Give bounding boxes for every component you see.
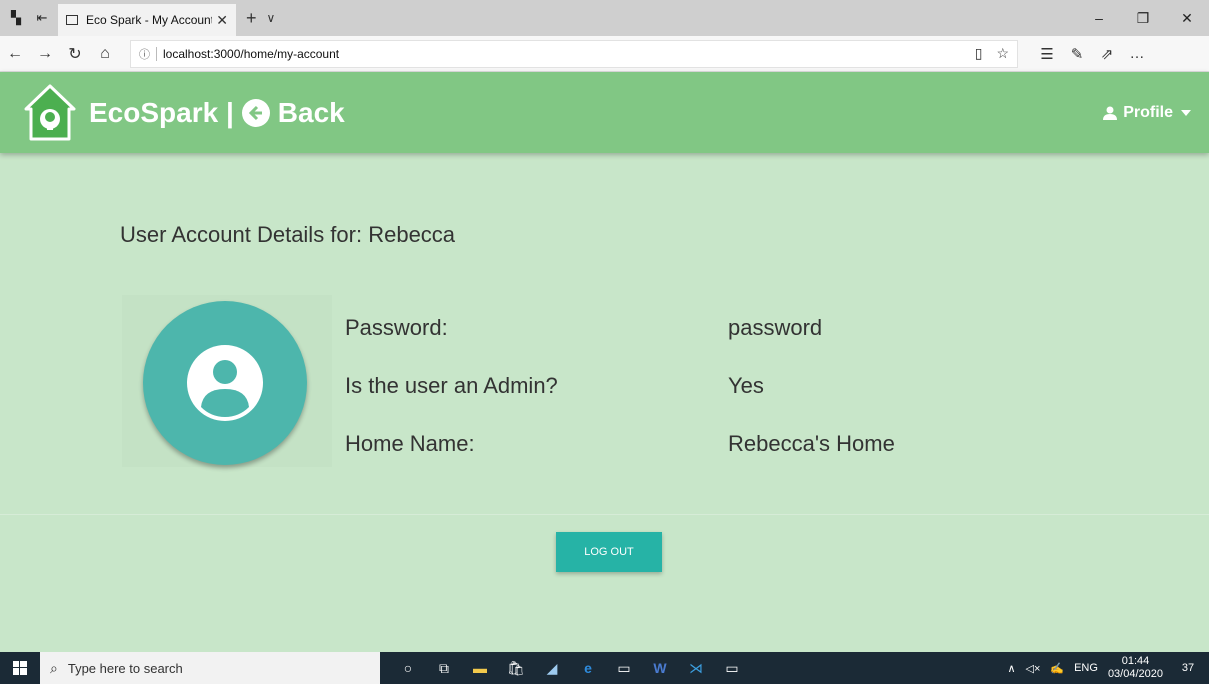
favorite-star-icon[interactable]: ☆ (996, 45, 1009, 62)
favorites-icon[interactable]: ☰ (1032, 45, 1062, 63)
minimize-icon[interactable]: – (1077, 0, 1121, 36)
search-icon: ⌕ (50, 659, 58, 676)
profile-dropdown[interactable]: Profile (1103, 104, 1191, 122)
tab-close-icon[interactable]: ✕ (216, 12, 228, 29)
window-controls: – ❐ ✕ (1077, 0, 1209, 36)
back-label: Back (277, 96, 345, 128)
terminal-icon[interactable]: ▭ (606, 652, 642, 684)
tab-favicon-icon (66, 15, 78, 25)
browser-toolbar-right: ☰ ✎ ⇗ … (1032, 45, 1152, 63)
back-button[interactable]: Back (241, 96, 345, 129)
page-title: User Account Details for: Rebecca (120, 222, 456, 247)
pen-notes-icon[interactable]: ✎ (1062, 45, 1092, 63)
password-value: password (728, 315, 823, 340)
url-text: localhost:3000/home/my-account (163, 46, 340, 61)
show-tabs-icon[interactable]: ⇤ (32, 8, 52, 28)
language-indicator[interactable]: ENG (1074, 662, 1098, 674)
vscode-icon[interactable]: ⋊ (678, 652, 714, 684)
profile-label: Profile (1123, 103, 1173, 121)
taskbar-search[interactable]: ⌕ Type here to search (40, 652, 380, 684)
app-icon[interactable]: ◢ (534, 652, 570, 684)
clock-time: 01:44 (1121, 655, 1150, 667)
windows-logo-icon (13, 661, 27, 675)
logout-button[interactable]: LOG OUT (556, 532, 662, 572)
home-nav-icon[interactable]: ⌂ (90, 45, 120, 63)
reading-view-icon[interactable]: ▯ (975, 45, 983, 62)
app-header: EcoSpark | Back Profile (0, 72, 1209, 153)
task-view-icon[interactable]: ⧉ (426, 652, 462, 684)
share-icon[interactable]: ⇗ (1092, 45, 1122, 63)
set-aside-tabs-icon[interactable]: ▚ (6, 8, 26, 28)
caret-down-icon (1181, 109, 1191, 116)
tab-title: Eco Spark - My Account (86, 13, 213, 27)
notification-icon[interactable]: 37 (1175, 662, 1201, 674)
app2-icon[interactable]: ▭ (714, 652, 750, 684)
password-label: Password: (345, 315, 448, 340)
admin-value: Yes (728, 373, 764, 398)
more-menu-icon[interactable]: … (1122, 45, 1152, 63)
back-nav-icon[interactable]: ← (0, 45, 30, 63)
divider (0, 514, 1209, 515)
forward-nav-icon[interactable]: → (30, 45, 60, 63)
tab-menu-chevron-icon[interactable]: ∨ (267, 11, 276, 25)
start-button[interactable] (0, 652, 40, 684)
pen-icon[interactable]: ✍ (1050, 662, 1064, 675)
admin-label: Is the user an Admin? (345, 373, 558, 398)
system-tray: ∧ ◁× ✍ ENG 01:44 03/04/2020 37 (1007, 652, 1209, 684)
home-logo-icon[interactable] (23, 83, 77, 143)
browser-tab-strip: ▚ ⇤ Eco Spark - My Account ✕ + ∨ – ❐ ✕ (0, 0, 1209, 36)
word-icon[interactable]: W (642, 652, 678, 684)
user-icon (1103, 106, 1118, 120)
browser-tab[interactable]: Eco Spark - My Account ✕ (58, 4, 236, 36)
new-tab-icon[interactable]: + (246, 8, 257, 29)
home-name-value: Rebecca's Home (728, 431, 895, 456)
avatar (143, 301, 307, 465)
window-close-icon[interactable]: ✕ (1165, 0, 1209, 36)
edge-icon[interactable]: e (570, 652, 606, 684)
tray-chevron-icon[interactable]: ∧ (1007, 662, 1015, 675)
url-field[interactable]: ⓘ localhost:3000/home/my-account ▯ ☆ (130, 39, 1018, 68)
home-name-label: Home Name: (345, 431, 475, 456)
volume-icon[interactable]: ◁× (1026, 662, 1041, 675)
address-bar-row: ← → ↻ ⌂ ⓘ localhost:3000/home/my-account… (0, 36, 1209, 72)
taskbar-apps: ○ ⧉ ▬ 🛍 ◢ e ▭ W ⋊ ▭ (390, 652, 750, 684)
back-arrow-icon (241, 98, 270, 127)
notification-count: 37 (1181, 662, 1195, 674)
file-explorer-icon[interactable]: ▬ (462, 652, 498, 684)
avatar-user-icon (187, 345, 263, 421)
search-placeholder: Type here to search (67, 660, 183, 676)
restore-icon[interactable]: ❐ (1121, 0, 1165, 36)
clock[interactable]: 01:44 03/04/2020 (1108, 655, 1163, 681)
brand-title: EcoSpark | (89, 96, 234, 128)
store-icon[interactable]: 🛍 (498, 652, 534, 684)
refresh-icon[interactable]: ↻ (60, 44, 90, 64)
site-info-icon[interactable]: ⓘ (139, 46, 150, 62)
cortana-icon[interactable]: ○ (390, 652, 426, 684)
windows-taskbar: ⌕ Type here to search ○ ⧉ ▬ 🛍 ◢ e ▭ W ⋊ … (0, 652, 1209, 684)
clock-date: 03/04/2020 (1107, 668, 1163, 680)
